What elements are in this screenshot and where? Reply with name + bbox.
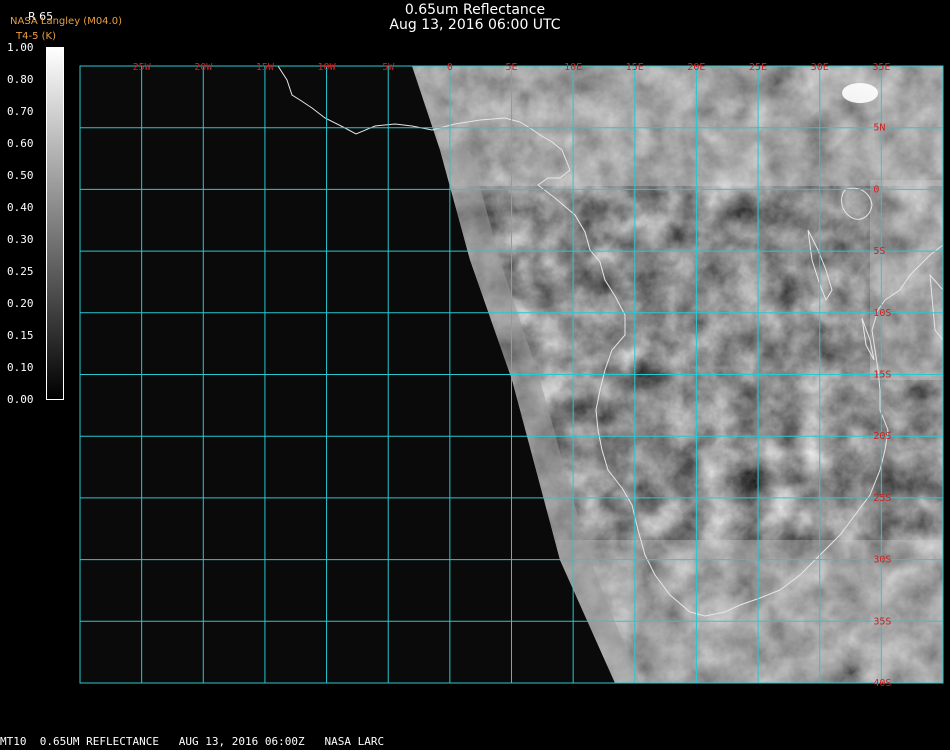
longitude-label: 20E xyxy=(687,62,705,73)
latitude-label: 0 xyxy=(873,184,879,195)
longitude-label: 5E xyxy=(505,62,517,73)
longitude-label: 15E xyxy=(626,62,644,73)
footer-caption: MT10 0.65UM REFLECTANCE AUG 13, 2016 06:… xyxy=(0,735,385,748)
longitude-label: 25W xyxy=(133,62,152,73)
longitude-label: 35E xyxy=(872,62,890,73)
longitude-label: 25E xyxy=(749,62,767,73)
longitude-label: 20W xyxy=(194,62,213,73)
latitude-label: 30S xyxy=(873,555,891,566)
longitude-label: 10W xyxy=(318,62,337,73)
latitude-label: 25S xyxy=(873,493,891,504)
longitude-label: 0 xyxy=(447,62,453,73)
latitude-label: 5N xyxy=(873,123,885,134)
longitude-label: 15W xyxy=(256,62,275,73)
longitude-label: 10E xyxy=(564,62,582,73)
latitude-label: 15S xyxy=(873,370,891,381)
latitude-label: 10S xyxy=(873,308,891,319)
latitude-label: 5S xyxy=(873,246,885,257)
latitude-label: 40S xyxy=(873,678,891,689)
satellite-map: 25W 20W 15W 10W 5W 0 5E 10E 15E 20E 25E 30E 35E 5N 0 5S… xyxy=(79,62,944,689)
latitude-label: 20S xyxy=(873,431,891,442)
longitude-label: 5W xyxy=(382,62,395,73)
longitude-label: 30E xyxy=(811,62,829,73)
latitude-label: 35S xyxy=(873,616,891,627)
